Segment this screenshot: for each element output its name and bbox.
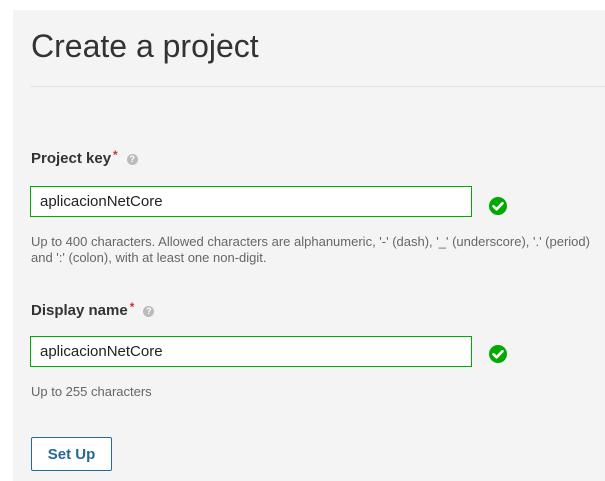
display-name-input[interactable] xyxy=(30,336,472,367)
check-circle-icon xyxy=(489,197,507,215)
page-title: Create a project xyxy=(31,28,259,64)
check-circle-icon xyxy=(489,345,507,363)
help-icon[interactable]: ? xyxy=(143,305,155,317)
display-name-hint: Up to 255 characters xyxy=(31,384,152,399)
setup-button[interactable]: Set Up xyxy=(31,437,112,471)
project-key-hint: Up to 400 characters. Allowed characters… xyxy=(31,234,590,265)
title-divider xyxy=(31,86,605,87)
create-project-panel: Create a project Project key * ? Up to 4… xyxy=(13,10,605,481)
project-key-label-text: Project key xyxy=(31,150,112,167)
required-marker: * xyxy=(129,300,135,314)
project-key-input[interactable] xyxy=(30,186,472,217)
display-name-label: Display name * ? xyxy=(31,300,155,320)
required-marker: * xyxy=(113,148,118,162)
project-key-label: Project key * ? xyxy=(31,148,138,168)
display-name-label-text: Display name xyxy=(31,302,128,319)
help-icon[interactable]: ? xyxy=(126,153,138,165)
